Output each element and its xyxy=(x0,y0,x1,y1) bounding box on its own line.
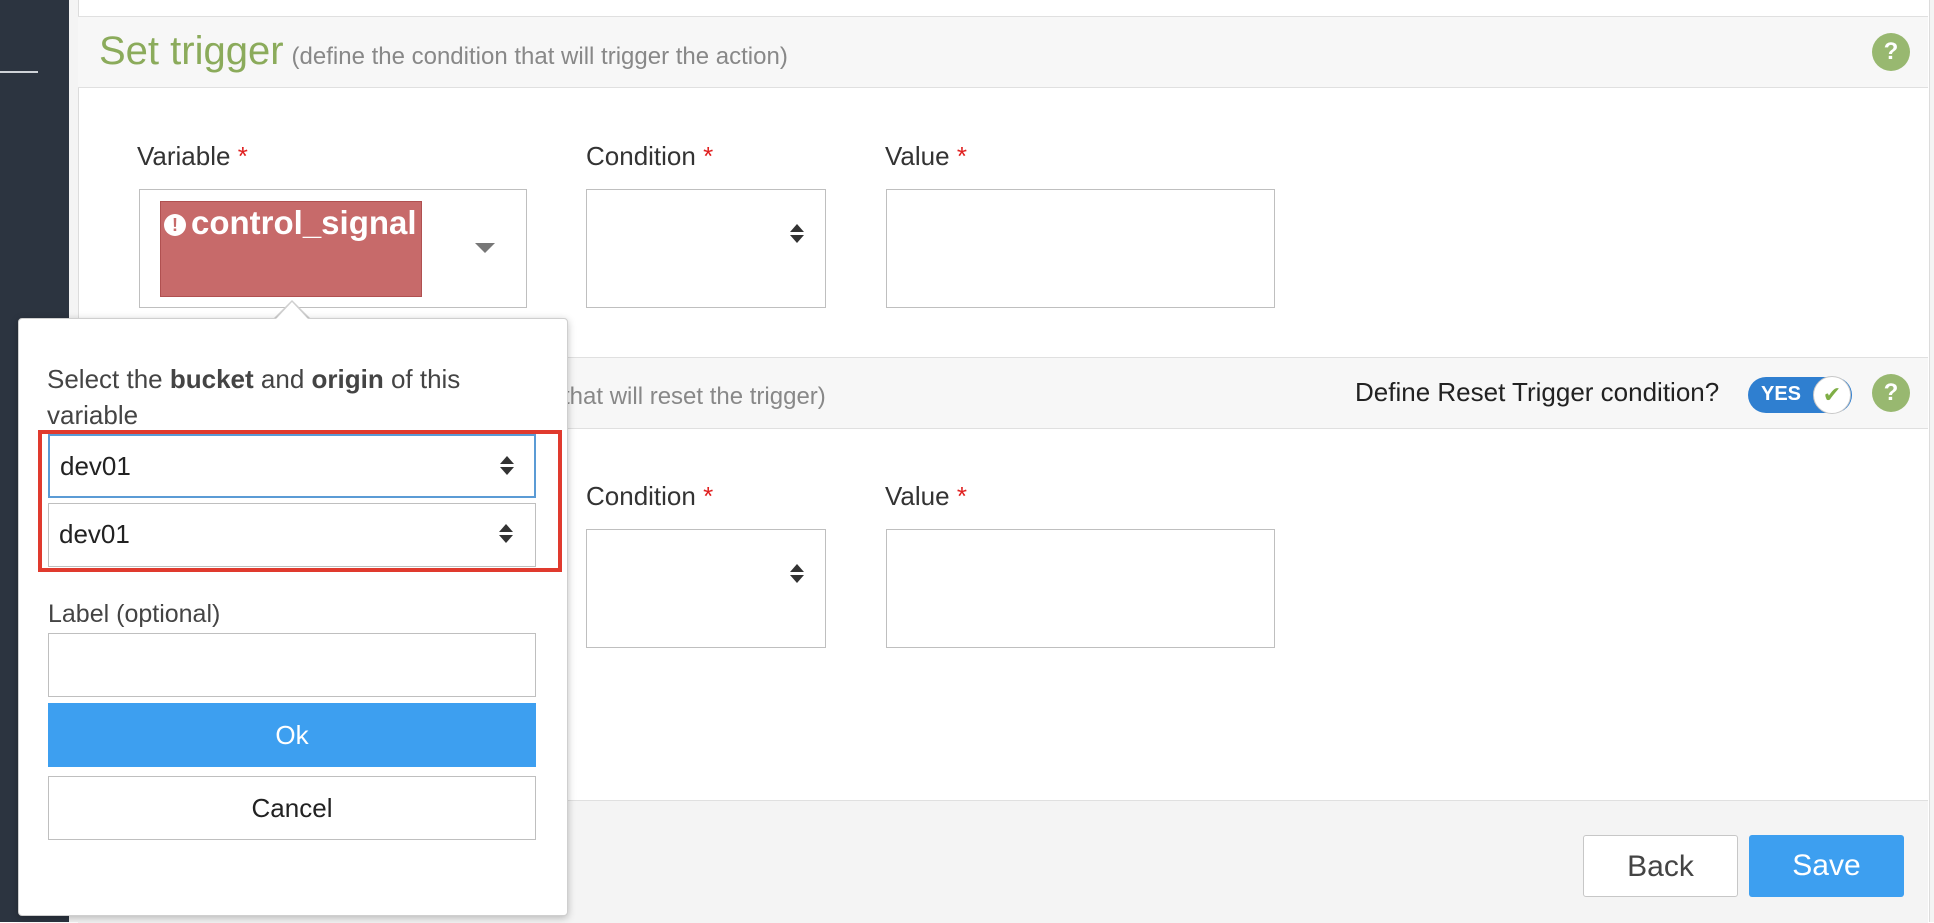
reset-subtitle: n that will reset the trigger) xyxy=(543,383,826,410)
condition-select[interactable] xyxy=(586,189,826,308)
reset-value-input[interactable] xyxy=(886,529,1275,648)
highlight-box xyxy=(38,430,562,572)
value-label: Value * xyxy=(885,141,967,171)
set-trigger-header: Set trigger (define the condition that wi… xyxy=(78,16,1928,88)
required-marker: * xyxy=(237,141,248,171)
set-trigger-title: Set trigger (define the condition that wi… xyxy=(99,29,788,74)
condition-label: Condition * xyxy=(586,141,714,171)
help-icon[interactable]: ? xyxy=(1872,33,1910,71)
variable-chip-label: control_signal xyxy=(191,204,417,241)
warning-icon: ! xyxy=(164,214,186,236)
check-icon: ✔ xyxy=(1813,376,1851,414)
variable-label: Variable * xyxy=(137,141,248,171)
popover-arrow-inner xyxy=(276,302,308,319)
required-marker: * xyxy=(703,481,714,511)
label-optional: Label (optional) xyxy=(48,600,221,628)
bucket-word: bucket xyxy=(169,364,254,394)
ok-button[interactable]: Ok xyxy=(48,703,536,767)
reset-value-label: Value * xyxy=(885,481,967,511)
sidebar-divider xyxy=(0,71,38,73)
select-arrows-icon xyxy=(790,564,804,583)
select-arrows-icon xyxy=(790,224,804,243)
value-input[interactable] xyxy=(886,189,1275,308)
chevron-down-icon[interactable] xyxy=(475,243,495,253)
required-marker: * xyxy=(956,141,967,171)
popover-instructions: Select the bucket and origin of this var… xyxy=(47,364,461,430)
section-title-text: Set trigger xyxy=(99,29,284,73)
back-button[interactable]: Back xyxy=(1583,835,1738,897)
variable-chip[interactable]: ! control_signal xyxy=(160,201,422,297)
define-reset-label: Define Reset Trigger condition? xyxy=(1355,377,1720,407)
reset-condition-select[interactable] xyxy=(586,529,826,648)
section-subtitle: (define the condition that will trigger … xyxy=(291,43,788,70)
cancel-button[interactable]: Cancel xyxy=(48,776,536,840)
required-marker: * xyxy=(703,141,714,171)
origin-word: origin xyxy=(311,364,384,394)
required-marker: * xyxy=(956,481,967,511)
help-icon[interactable]: ? xyxy=(1872,374,1910,412)
label-input[interactable] xyxy=(48,633,536,697)
reset-condition-label: Condition * xyxy=(586,481,714,511)
save-button[interactable]: Save xyxy=(1749,835,1904,897)
reset-toggle[interactable]: YES ✔ xyxy=(1748,376,1852,414)
toggle-yes-text: YES xyxy=(1761,383,1802,405)
